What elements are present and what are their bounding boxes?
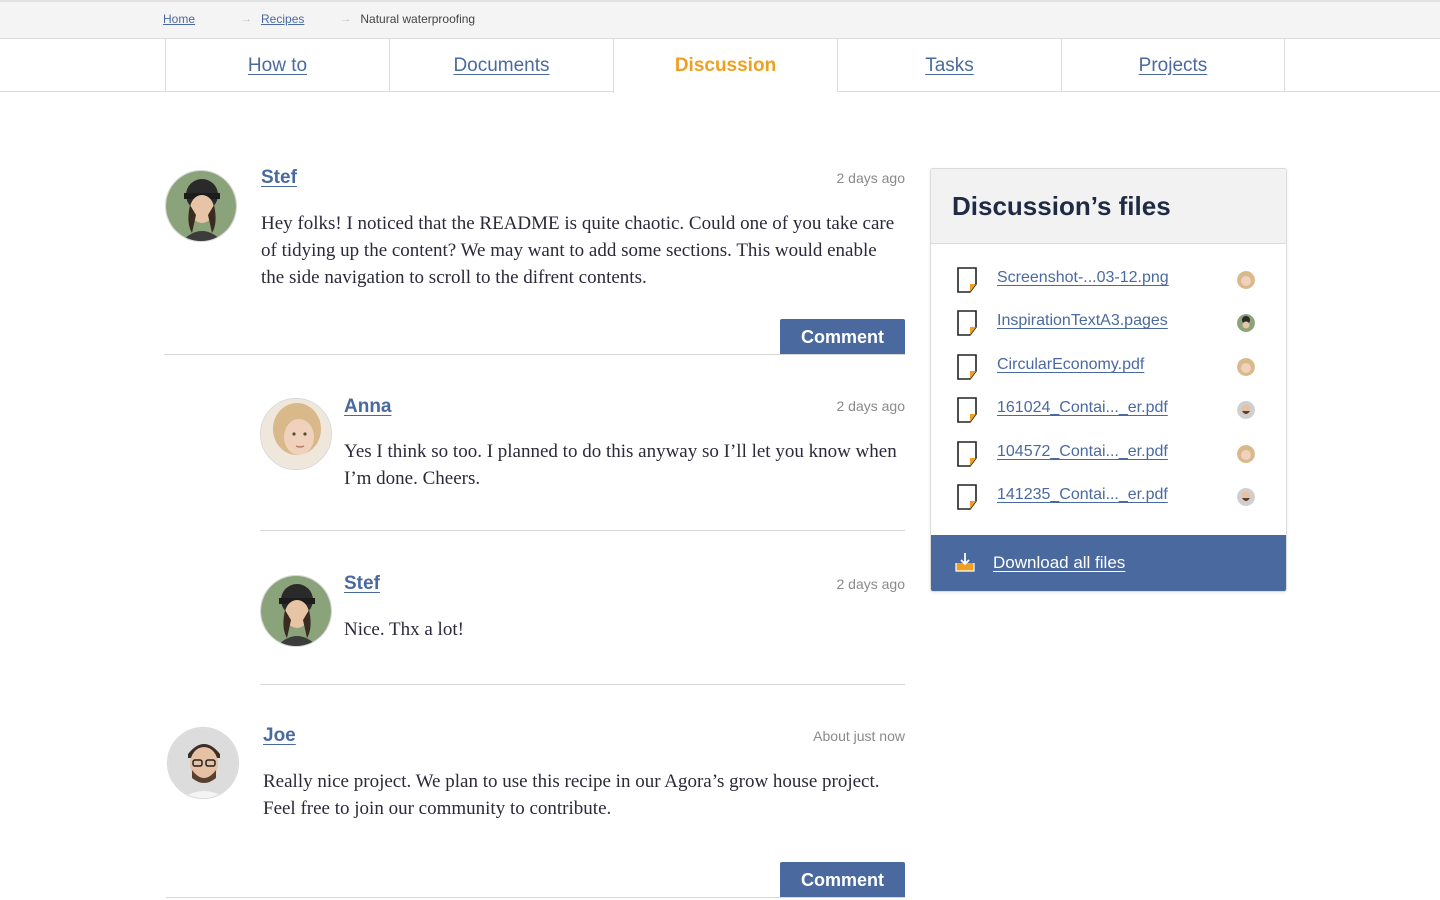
comment-button[interactable]: Comment — [780, 319, 905, 355]
breadcrumb-bar: Home → Recipes → Natural waterproofing — [0, 0, 1440, 39]
file-icon — [957, 397, 977, 423]
avatar — [1237, 401, 1255, 419]
arrow-right-icon: → — [241, 13, 253, 25]
file-item[interactable]: 141235_Contai..._er.pdf — [931, 482, 1286, 512]
tab-how-to[interactable]: How to — [165, 39, 389, 92]
file-icon — [957, 484, 977, 510]
file-name[interactable]: Screenshot-...03-12.png — [997, 269, 1169, 287]
avatar — [1237, 314, 1255, 332]
tab-projects[interactable]: Projects — [1061, 39, 1285, 92]
files-panel: Discussion’s files Screenshot-...03-12.p… — [930, 168, 1287, 592]
avatar — [1237, 488, 1255, 506]
files-panel-title: Discussion’s files — [952, 190, 1171, 221]
file-name[interactable]: 104572_Contai..._er.pdf — [997, 443, 1168, 461]
file-name[interactable]: 161024_Contai..._er.pdf — [997, 399, 1168, 417]
comment-text: Yes I think so too. I planned to do this… — [344, 441, 897, 489]
avatar — [1237, 445, 1255, 463]
divider — [166, 897, 905, 898]
breadcrumb-recipes[interactable]: Recipes — [261, 12, 304, 26]
file-name[interactable]: 141235_Contai..._er.pdf — [997, 486, 1168, 504]
avatar — [260, 575, 332, 647]
file-name[interactable]: InspirationTextA3.pages — [997, 312, 1168, 330]
avatar — [165, 170, 237, 242]
divider — [260, 530, 905, 531]
comment-author[interactable]: Stef — [261, 167, 297, 189]
comment-time: About just now — [813, 728, 905, 744]
comment-text: Hey folks! I noticed that the README is … — [261, 213, 895, 288]
tab-discussion[interactable]: Discussion — [613, 39, 837, 93]
file-item[interactable]: 161024_Contai..._er.pdf — [931, 395, 1286, 425]
arrow-right-icon: → — [340, 13, 352, 25]
comment-text: Nice. Thx a lot! — [344, 619, 464, 640]
file-name[interactable]: CircularEconomy.pdf — [997, 356, 1144, 374]
avatar — [260, 398, 332, 470]
comment-time: 2 days ago — [836, 170, 906, 186]
files-panel-header: Discussion’s files — [931, 169, 1286, 244]
avatar — [1237, 271, 1255, 289]
download-all-button[interactable]: Download all files — [931, 535, 1286, 591]
tab-documents[interactable]: Documents — [389, 39, 613, 92]
comment-time: 2 days ago — [836, 398, 906, 414]
comment-author[interactable]: Anna — [344, 396, 392, 418]
file-icon — [957, 354, 977, 380]
tab-bar: How to Documents Discussion Tasks Projec… — [0, 39, 1440, 93]
file-icon — [957, 267, 977, 293]
comment-time: 2 days ago — [836, 576, 906, 592]
breadcrumb-home[interactable]: Home — [163, 12, 195, 26]
avatar — [167, 727, 239, 799]
comment-author[interactable]: Joe — [263, 725, 296, 747]
file-icon — [957, 310, 977, 336]
comment-text: Really nice project. We plan to use this… — [263, 771, 880, 819]
breadcrumb: Home → Recipes → Natural waterproofing — [163, 12, 475, 26]
breadcrumb-current: Natural waterproofing — [360, 12, 476, 26]
file-item[interactable]: Screenshot-...03-12.png — [931, 265, 1286, 295]
avatar — [1237, 358, 1255, 376]
file-item[interactable]: InspirationTextA3.pages — [931, 308, 1286, 338]
file-item[interactable]: 104572_Contai..._er.pdf — [931, 439, 1286, 469]
file-icon — [957, 441, 977, 467]
tab-tasks[interactable]: Tasks — [837, 39, 1061, 92]
divider — [164, 354, 905, 355]
comment-button[interactable]: Comment — [780, 862, 905, 898]
comment-author[interactable]: Stef — [344, 573, 380, 595]
file-item[interactable]: CircularEconomy.pdf — [931, 352, 1286, 382]
download-icon — [955, 553, 975, 572]
divider — [260, 684, 905, 685]
download-all-label[interactable]: Download all files — [993, 553, 1125, 573]
